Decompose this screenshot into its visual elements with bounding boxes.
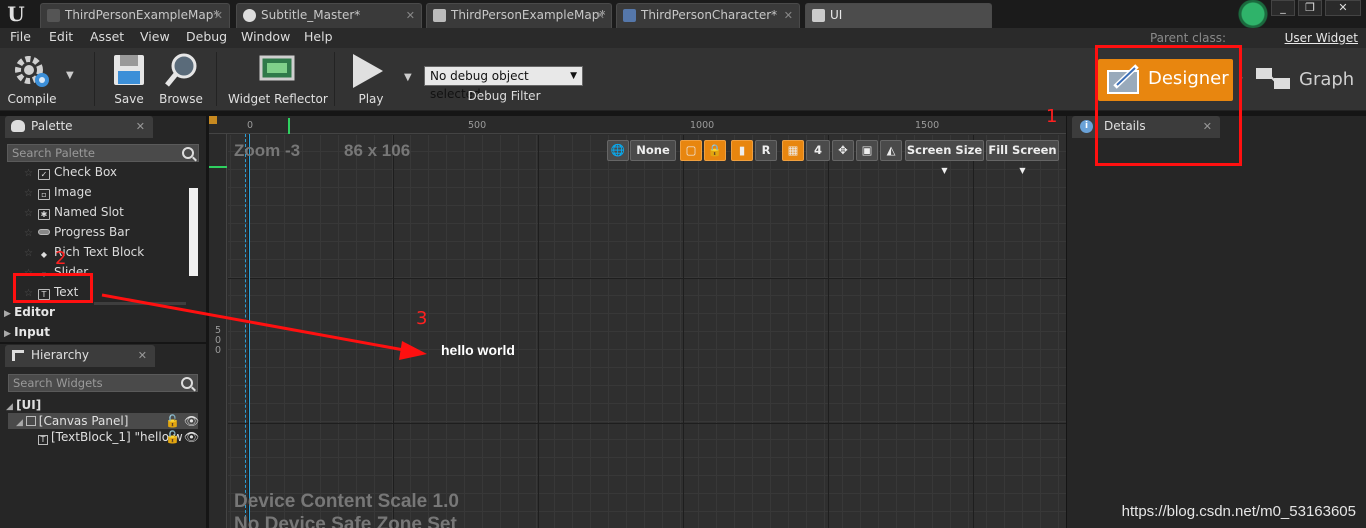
watermark-text: https://blog.csdn.net/m0_53163605 — [1121, 503, 1356, 520]
annotation-arrow — [101, 293, 427, 360]
